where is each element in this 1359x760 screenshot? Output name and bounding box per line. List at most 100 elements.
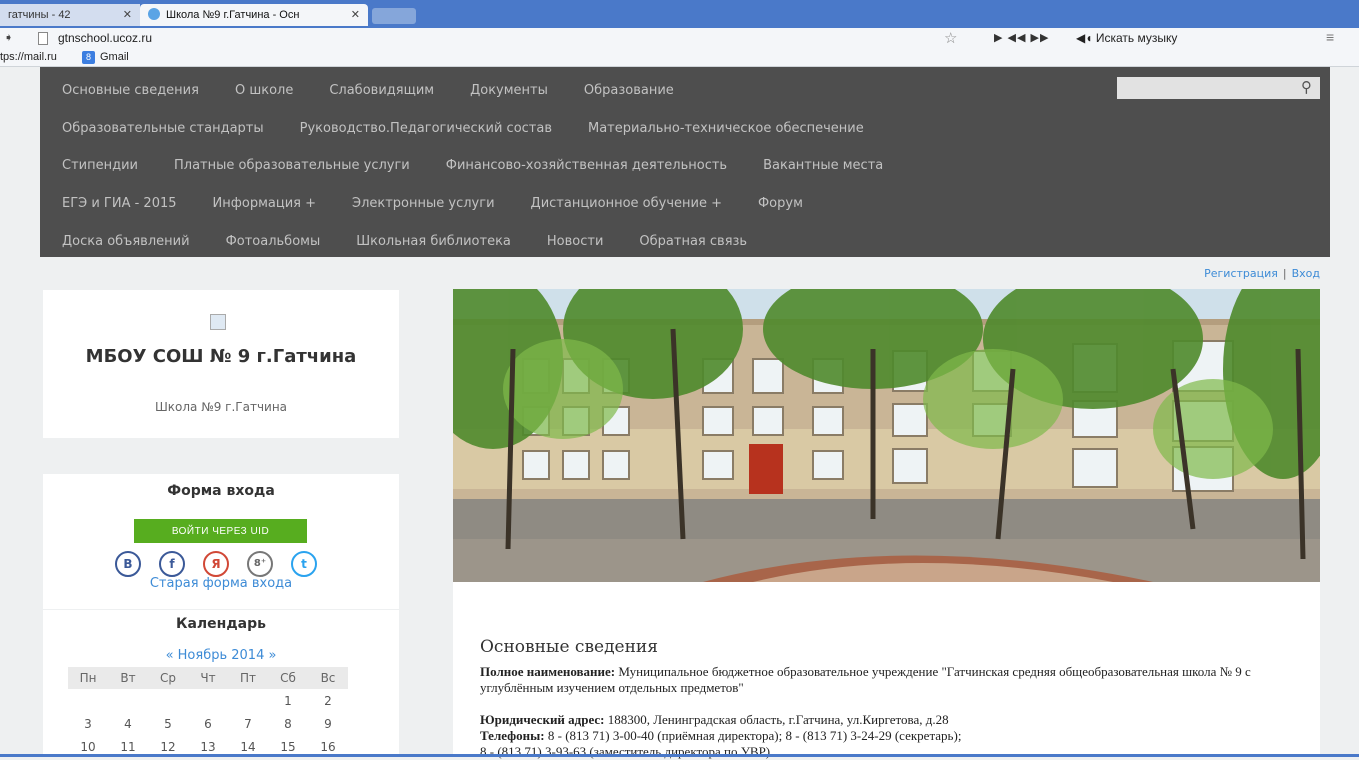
nav-item[interactable]: Стипендии bbox=[62, 158, 138, 173]
calendar-day: 1 bbox=[284, 693, 292, 708]
menu-icon[interactable]: ≡ bbox=[1326, 29, 1334, 45]
nav-item[interactable]: ЕГЭ и ГИА - 2015 bbox=[62, 196, 177, 211]
nav-item[interactable]: Материально-техническое обеспечение bbox=[588, 121, 864, 136]
school-building-image bbox=[453, 289, 1320, 582]
bookmark-gmail[interactable]: Gmail bbox=[100, 51, 129, 63]
login-link[interactable]: Вход bbox=[1292, 267, 1320, 280]
search-input[interactable]: ⚲ bbox=[1117, 77, 1320, 99]
nav-item[interactable]: Руководство.Педагогический состав bbox=[300, 121, 552, 136]
weekday: Вс bbox=[308, 667, 348, 689]
uid-login-button[interactable]: ВОЙТИ ЧЕРЕЗ UID bbox=[134, 519, 307, 543]
calendar-month-nav[interactable]: « Ноябрь 2014 » bbox=[43, 648, 399, 663]
nav-item[interactable]: Документы bbox=[470, 83, 548, 98]
nav-row-3: Стипендии Платные образовательные услуги Ф… bbox=[62, 154, 919, 174]
logo-image bbox=[210, 314, 226, 330]
facebook-icon[interactable]: f bbox=[159, 551, 185, 577]
weekday: Вт bbox=[108, 667, 148, 689]
nav-item[interactable]: Фотоальбомы bbox=[226, 234, 321, 249]
calendar-week: 3 4 5 6 7 8 9 bbox=[68, 712, 348, 735]
full-name-paragraph: Полное наименование: Муниципальное бюдже… bbox=[480, 664, 1280, 696]
register-link[interactable]: Регистрация bbox=[1204, 267, 1278, 280]
calendar-day bbox=[108, 689, 148, 712]
vk-icon[interactable]: В bbox=[115, 551, 141, 577]
browser-tab-active[interactable]: Школа №9 г.Гатчина - Осн ✕ bbox=[140, 4, 368, 26]
google-icon: 8 bbox=[82, 51, 95, 64]
volume-icon: ◀◖ bbox=[1076, 31, 1096, 45]
bookmark-mail[interactable]: tps://mail.ru bbox=[0, 51, 57, 63]
bookmark-star-icon[interactable]: ☆ bbox=[944, 29, 957, 47]
address-paragraph: Юридический адрес: 188300, Ленинградская… bbox=[480, 712, 1280, 728]
address-value: 188300, Ленинградская область, г.Гатчина… bbox=[607, 712, 949, 727]
nav-item[interactable]: Доска объявлений bbox=[62, 234, 190, 249]
top-navigation: Основные сведения О школе Слабовидящим Доку… bbox=[40, 67, 1330, 257]
media-controls-icon[interactable]: ▶ ◀◀ ▶▶ bbox=[994, 31, 1049, 44]
address-bar-row: ➧ gtnschool.ucoz.ru ☆ ▶ ◀◀ ▶▶ ◀◖ Искать … bbox=[0, 28, 1359, 50]
weekday: Пт bbox=[228, 667, 268, 689]
tab-label: Школа №9 г.Гатчина - Осн bbox=[166, 9, 300, 21]
nav-item[interactable]: Основные сведения bbox=[62, 83, 199, 98]
weekday: Ср bbox=[148, 667, 188, 689]
nav-item[interactable]: Платные образовательные услуги bbox=[174, 158, 410, 173]
nav-item[interactable]: Новости bbox=[547, 234, 604, 249]
nav-item[interactable]: Электронные услуги bbox=[352, 196, 495, 211]
tab-strip: гатчины - 42 ✕ Школа №9 г.Гатчина - Осн … bbox=[0, 0, 1359, 28]
nav-item[interactable]: Финансово-хозяйственная деятельность bbox=[446, 158, 727, 173]
calendar-day: 2 bbox=[324, 693, 332, 708]
calendar-day: 7 bbox=[244, 716, 252, 731]
calendar-day: 9 bbox=[324, 716, 332, 731]
calendar-week: 12 bbox=[68, 689, 348, 712]
social-login-icons: В f Я 8⁺ t bbox=[115, 551, 327, 577]
calendar-day bbox=[188, 689, 228, 712]
calendar-card: Календарь « Ноябрь 2014 » Пн Вт Ср Чт Пт Сб Вс… bbox=[43, 610, 399, 757]
nav-row-5: Доска объявлений Фотоальбомы Школьная библ… bbox=[62, 230, 783, 250]
nav-item[interactable]: Школьная библиотека bbox=[356, 234, 511, 249]
nav-item[interactable]: Форум bbox=[758, 196, 803, 211]
bookmarks-bar: tps://mail.ru 8 Gmail bbox=[0, 50, 1359, 67]
login-form-card: Форма входа ВОЙТИ ЧЕРЕЗ UID В f Я 8⁺ t С… bbox=[43, 474, 399, 609]
search-icon[interactable]: ⚲ bbox=[1301, 78, 1312, 96]
login-form-title: Форма входа bbox=[167, 483, 275, 499]
twitter-icon[interactable]: t bbox=[291, 551, 317, 577]
nav-item[interactable]: Образовательные стандарты bbox=[62, 121, 264, 136]
weekday: Пн bbox=[68, 667, 108, 689]
calendar-day: 3 bbox=[84, 716, 92, 731]
nav-item[interactable]: Дистанционное обучение + bbox=[531, 196, 722, 211]
weekday: Чт bbox=[188, 667, 228, 689]
address-bar[interactable]: gtnschool.ucoz.ru bbox=[58, 31, 152, 45]
phones-value: 8 - (813 71) 3-00-40 (приёмная директора… bbox=[547, 728, 962, 743]
calendar-day: 8 bbox=[284, 716, 292, 731]
site-title: МБОУ СОШ № 9 г.Гатчина bbox=[85, 346, 357, 367]
favicon-icon bbox=[148, 8, 160, 20]
school-photo bbox=[453, 289, 1320, 582]
weekday-row: Пн Вт Ср Чт Пт Сб Вс bbox=[68, 667, 348, 689]
google-plus-icon[interactable]: 8⁺ bbox=[247, 551, 273, 577]
separator: | bbox=[1282, 267, 1287, 280]
calendar-table: Пн Вт Ср Чт Пт Сб Вс 12 3456789 10 11 12 13 14 15 16 bbox=[68, 667, 348, 758]
nav-item[interactable]: Информация + bbox=[213, 196, 316, 211]
tab-label: гатчины - 42 bbox=[8, 9, 71, 21]
browser-tab-1[interactable]: гатчины - 42 ✕ bbox=[0, 4, 140, 26]
weekday: Сб bbox=[268, 667, 308, 689]
nav-item[interactable]: Вакантные места bbox=[763, 158, 883, 173]
nav-row-1: Основные сведения О школе Слабовидящим Доку… bbox=[62, 79, 710, 99]
calendar-day: 6 bbox=[204, 716, 212, 731]
new-tab-button[interactable] bbox=[372, 8, 416, 24]
calendar-day bbox=[228, 689, 268, 712]
nav-item[interactable]: Образование bbox=[584, 83, 674, 98]
content-title: Основные сведения bbox=[480, 637, 658, 657]
main-content: Основные сведения Полное наименование: М… bbox=[453, 582, 1320, 759]
nav-row-4: ЕГЭ и ГИА - 2015 Информация + Электронные … bbox=[62, 192, 839, 212]
calendar-day: 5 bbox=[164, 716, 172, 731]
back-icon[interactable]: ➧ bbox=[4, 31, 13, 44]
yandex-icon[interactable]: Я bbox=[203, 551, 229, 577]
nav-item[interactable]: Слабовидящим bbox=[329, 83, 434, 98]
nav-row-2: Образовательные стандарты Руководство.Пед… bbox=[62, 117, 900, 137]
old-login-link[interactable]: Старая форма входа bbox=[43, 576, 399, 591]
close-icon[interactable]: ✕ bbox=[351, 4, 360, 26]
nav-item[interactable]: Обратная связь bbox=[639, 234, 747, 249]
calendar-day bbox=[148, 689, 188, 712]
close-icon[interactable]: ✕ bbox=[123, 4, 132, 26]
site-info-card: МБОУ СОШ № 9 г.Гатчина Школа №9 г.Гатчин… bbox=[43, 290, 399, 438]
nav-item[interactable]: О школе bbox=[235, 83, 293, 98]
music-search[interactable]: ◀◖ Искать музыку bbox=[1076, 31, 1177, 45]
